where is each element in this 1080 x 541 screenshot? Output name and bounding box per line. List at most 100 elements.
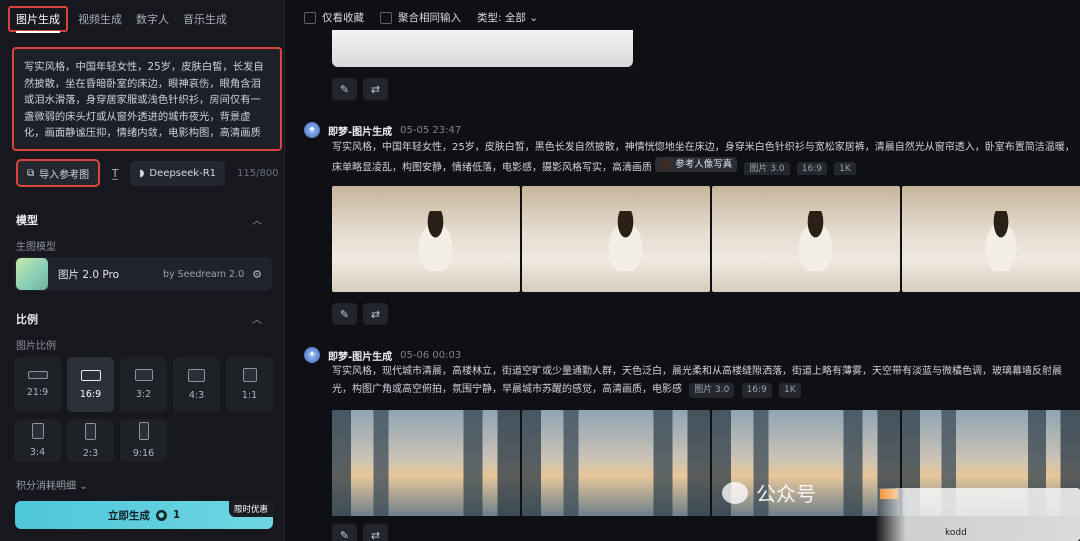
result-image[interactable] xyxy=(522,410,710,516)
model-name: 图片 2.0 Pro xyxy=(58,268,120,281)
result-image[interactable] xyxy=(712,186,900,292)
entry-date: 05-06 xyxy=(400,349,430,361)
ratio-option[interactable]: 3:2 xyxy=(120,357,167,412)
checkbox-icon xyxy=(380,11,392,24)
regenerate-icon[interactable]: ⇄ xyxy=(363,303,388,325)
entry-name: 即梦-图片生成 xyxy=(328,351,393,363)
regenerate-icon[interactable]: ⇄ xyxy=(363,524,388,541)
model-thumbnail xyxy=(16,258,48,290)
prompt-input[interactable]: 写实风格，中国年轻女性，25岁，皮肤白皙，长发自然披散，坐在昏暗卧室的床边，眼神… xyxy=(12,47,282,151)
ratio-option[interactable]: 9:16 xyxy=(120,419,167,462)
result-image[interactable] xyxy=(332,410,520,516)
ratio-label: 3:4 xyxy=(29,447,46,458)
reference-avatar xyxy=(660,158,673,171)
chevron-down-icon: ⌄ xyxy=(529,12,539,24)
entry-header: ✦ 即梦-图片生成 05-06 00:03 xyxy=(304,347,461,363)
ratio-option[interactable]: 2:3 xyxy=(67,419,114,462)
results-area: 仅看收藏 聚合相同输入 类型: 全部 ⌄ ✎ ⇄ ✦ 即梦-图片生成 05-05… xyxy=(286,0,1080,541)
merge-inputs-checkbox[interactable]: 聚合相同输入 xyxy=(380,10,461,25)
result-actions: ✎ ⇄ xyxy=(332,303,388,325)
ratio-shape-icon xyxy=(80,369,101,381)
result-image[interactable] xyxy=(902,186,1080,292)
whale-icon: ◗ xyxy=(139,167,145,179)
tab-music[interactable]: 音乐生成 xyxy=(179,7,231,31)
model-section-title: 模型 xyxy=(16,214,38,227)
ratio-label: 4:3 xyxy=(188,389,205,401)
ratio-label: 3:2 xyxy=(135,389,152,400)
entry-timestamp: 05-06 00:03 xyxy=(400,350,461,361)
ratio-option[interactable]: 1:1 xyxy=(226,357,273,412)
app-avatar-icon: ✦ xyxy=(304,122,320,138)
points-details-toggle[interactable]: 积分消耗明细 ⌄ xyxy=(16,477,88,492)
result-image[interactable] xyxy=(332,186,520,292)
ratio-option[interactable]: 3:4 xyxy=(14,419,61,462)
app-avatar-icon: ✦ xyxy=(304,347,320,363)
result-image[interactable] xyxy=(522,186,710,292)
entry-time: 00:03 xyxy=(432,349,462,361)
edit-icon[interactable]: ✎ xyxy=(332,303,357,325)
entry-prompt: 写实风格，现代城市清晨，高楼林立，街道空旷或少量通勤人群，天色泛白，晨光柔和从高… xyxy=(332,363,1080,399)
edit-icon[interactable]: ✎ xyxy=(332,524,357,541)
ratio-shape-icon xyxy=(242,368,257,382)
ratio-option-selected[interactable]: 16:9 xyxy=(67,357,114,412)
ratio-tag: 16:9 xyxy=(796,161,827,175)
resolution-tag: 1K xyxy=(778,383,801,398)
entry-header: ✦ 即梦-图片生成 05-05 23:47 xyxy=(304,122,461,138)
filter-bar: 仅看收藏 聚合相同输入 类型: 全部 ⌄ xyxy=(304,10,538,25)
entry-prompt: 写实风格，中国年轻女性，25岁，皮肤白皙，黑色长发自然披散，神情恍惚地坐在床边，… xyxy=(332,139,1080,175)
favorites-label: 仅看收藏 xyxy=(322,12,364,24)
entry-time: 23:47 xyxy=(432,124,462,136)
char-count: 115/800 xyxy=(237,167,279,179)
ratio-label: 2:3 xyxy=(82,447,99,459)
favorites-only-checkbox[interactable]: 仅看收藏 xyxy=(304,10,364,25)
chevron-up-icon[interactable]: ︿ xyxy=(252,212,262,227)
ratio-label: 16:9 xyxy=(79,388,102,400)
ratio-option[interactable]: 21:9 xyxy=(14,357,61,412)
ratio-label: 21:9 xyxy=(26,387,49,398)
deepseek-button[interactable]: ◗ Deepseek-R1 xyxy=(130,160,225,186)
model-by: by Seedream 2.0 xyxy=(162,268,245,280)
promo-badge: 限时优惠 xyxy=(228,501,273,517)
reference-tag[interactable]: 参考人像写真 xyxy=(655,157,738,172)
regenerate-icon[interactable]: ⇄ xyxy=(363,78,388,100)
site-watermark: kodd xyxy=(875,488,1080,541)
watermark-text: 公众号 xyxy=(756,482,816,506)
merge-label: 聚合相同输入 xyxy=(398,12,461,24)
coin-icon: ● xyxy=(155,509,167,521)
points-label: 积分消耗明细 xyxy=(16,481,76,492)
ratio-section-title: 比例 xyxy=(16,313,38,326)
ratio-shape-icon xyxy=(138,422,149,440)
ratio-shape-icon xyxy=(85,422,96,440)
tab-image[interactable]: 图片生成 xyxy=(8,6,68,33)
ratio-sub-label: 图片比例 xyxy=(16,341,56,352)
chevron-up-icon[interactable]: ︿ xyxy=(252,311,262,326)
sliders-icon[interactable]: ⚙ xyxy=(252,268,262,281)
ratio-option[interactable]: 4:3 xyxy=(173,357,220,412)
image-import-icon: ⧉ xyxy=(27,167,35,179)
type-filter-dropdown[interactable]: 类型: 全部 ⌄ xyxy=(477,10,538,25)
deepseek-label: Deepseek-R1 xyxy=(149,167,216,179)
ratio-shape-icon xyxy=(31,423,44,439)
tab-digital-human[interactable]: 数字人 xyxy=(132,7,173,31)
import-reference-label: 导入参考图 xyxy=(39,169,90,181)
watermark: 公众号 xyxy=(722,478,816,507)
generate-button[interactable]: 立即生成 ● 1 限时优惠 xyxy=(15,501,273,529)
generate-cost: 1 xyxy=(172,509,181,521)
import-reference-button[interactable]: ⧉ 导入参考图 xyxy=(16,159,101,187)
type-filter-label: 类型: 全部 xyxy=(477,12,526,24)
wechat-icon xyxy=(722,481,748,504)
chevron-down-icon: ⌄ xyxy=(79,481,88,492)
mode-tabs: 图片生成 视频生成 数字人 音乐生成 xyxy=(8,6,231,33)
tab-video[interactable]: 视频生成 xyxy=(74,7,126,31)
ratio-shape-icon xyxy=(188,368,205,382)
checkbox-icon xyxy=(304,11,316,24)
edit-icon[interactable]: ✎ xyxy=(332,78,357,100)
ratio-label: 1:1 xyxy=(241,390,258,401)
model-selector[interactable]: 图片 2.0 Pro by Seedream 2.0 ⚙ xyxy=(14,257,272,291)
generate-label: 立即生成 xyxy=(107,509,150,522)
entry-timestamp: 05-05 23:47 xyxy=(400,125,461,136)
reference-tag-label: 参考人像写真 xyxy=(675,159,733,170)
result-actions: ✎ ⇄ xyxy=(332,78,388,100)
previous-result-image[interactable] xyxy=(332,30,633,67)
text-format-icon[interactable]: T̲ xyxy=(106,161,124,186)
